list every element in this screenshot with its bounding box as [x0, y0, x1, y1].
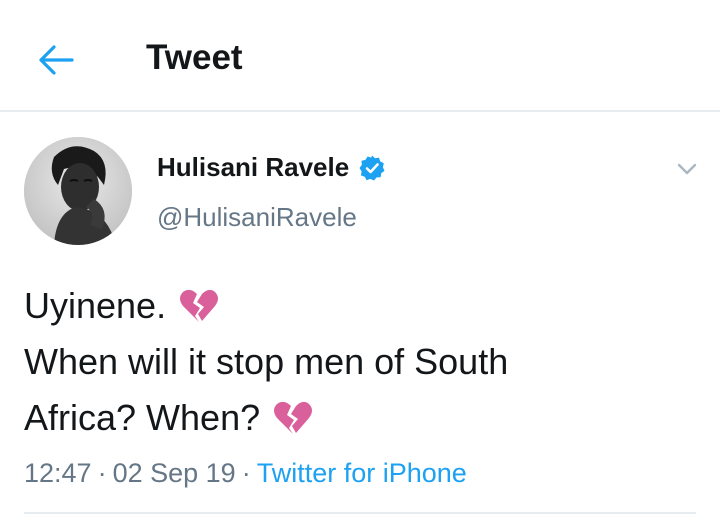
- tweet-text-segment: Africa? When?: [24, 397, 261, 438]
- meta-separator: ·: [241, 458, 251, 488]
- more-options-button[interactable]: [672, 154, 702, 184]
- profile-photo: [24, 137, 132, 245]
- tweet-text: Uyinene. When will it stop men of South …: [24, 278, 674, 446]
- meta-separator: ·: [97, 458, 107, 488]
- author-name-row: Hulisani Ravele: [157, 152, 386, 183]
- broken-heart-icon: [180, 289, 219, 322]
- page-title: Tweet: [146, 38, 243, 77]
- back-button[interactable]: [32, 40, 80, 80]
- divider: [24, 512, 696, 514]
- chevron-down-icon: [677, 163, 697, 175]
- tweet-text-line: Africa? When?: [24, 390, 674, 446]
- app-header: Tweet: [0, 0, 720, 112]
- tweet-text-line: Uyinene.: [24, 278, 674, 334]
- avatar[interactable]: [24, 137, 132, 245]
- tweet-text-segment: Uyinene.: [24, 285, 167, 326]
- tweet-meta: 12:47 · 02 Sep 19 · Twitter for iPhone: [24, 458, 467, 489]
- broken-heart-icon: [274, 401, 313, 434]
- verified-badge-icon: [359, 155, 385, 180]
- author-handle[interactable]: @HulisaniRavele: [157, 202, 357, 233]
- display-name[interactable]: Hulisani Ravele: [157, 152, 349, 183]
- tweet-source-link[interactable]: Twitter for iPhone: [257, 458, 467, 488]
- tweet-time: 12:47: [24, 458, 92, 488]
- tweet-text-line: When will it stop men of South: [24, 341, 509, 382]
- tweet-date: 02 Sep 19: [112, 458, 236, 488]
- arrow-left-icon: [39, 45, 74, 75]
